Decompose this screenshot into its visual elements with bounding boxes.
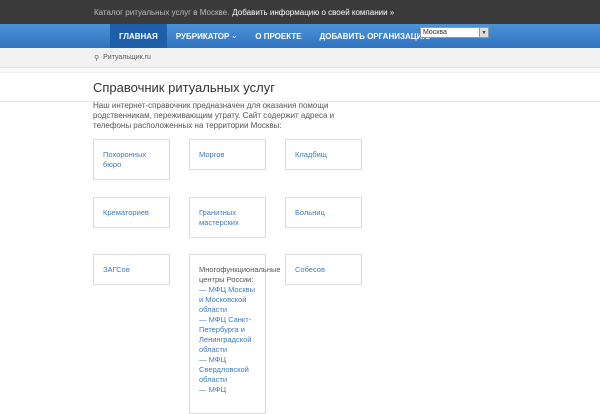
breadcrumb: ⚲ Ритуальщик.ru [0, 48, 600, 68]
mfc-link-moscow[interactable]: — МФЦ Москвы и Московской области [199, 285, 256, 315]
card-mfc: Многофункциональные центры России: — МФЦ… [189, 254, 281, 414]
card-mfc-title: Многофункциональные центры России: [199, 265, 281, 284]
nav-add-organization-label: Добавить организацию [319, 31, 431, 41]
card-social-security-link[interactable]: Собесов [295, 265, 325, 274]
card-cemeteries[interactable]: Кладбищ [285, 139, 362, 170]
topbar-text: Каталог ритуальных услуг в Москве. [94, 7, 230, 17]
nav-home-label: Главная [119, 31, 158, 41]
top-info-bar: Каталог ритуальных услуг в Москве. Добав… [0, 0, 600, 24]
nav-home[interactable]: Главная [110, 24, 167, 48]
card-funeral-bureaus-link[interactable]: Похоронных бюро [103, 150, 146, 169]
city-select-value: Москва [423, 29, 447, 36]
breadcrumb-home[interactable]: Ритуальщик.ru [103, 54, 151, 61]
city-select[interactable]: Москва ▼ [420, 27, 489, 38]
card-hospitals-link[interactable]: Больниц [295, 208, 325, 217]
page-title: Справочник ритуальных услуг [93, 79, 275, 95]
mfc-link-sverdlovsk[interactable]: — МФЦ Свердловской области [199, 355, 256, 385]
card-registry-offices[interactable]: ЗАГСов [93, 254, 170, 285]
mfc-link-spb[interactable]: — МФЦ Санкт-Петербурга и Ленинградской о… [199, 315, 256, 355]
chevron-down-icon: ⌄ [231, 33, 238, 40]
nav-about-label: О проекте [255, 31, 302, 41]
card-funeral-bureaus[interactable]: Похоронных бюро [93, 139, 170, 180]
map-marker-icon: ⚲ [94, 54, 100, 62]
intro-text: Наш интернет-справочник предназначен для… [93, 101, 335, 130]
nav-rubricator-label: Рубрикатор [175, 31, 230, 41]
page-header: Справочник ритуальных услуг [0, 73, 600, 102]
card-granite-workshops-link[interactable]: Гранитных мастерских [199, 208, 239, 227]
add-company-link[interactable]: Добавить информацию о своей компании » [232, 8, 394, 17]
card-crematoriums[interactable]: Крематориев [93, 197, 170, 228]
card-social-security[interactable]: Собесов [285, 254, 362, 285]
card-hospitals[interactable]: Больниц [285, 197, 362, 228]
card-crematoriums-link[interactable]: Крематориев [103, 208, 149, 217]
nav-about[interactable]: О проекте [246, 24, 310, 48]
card-cemeteries-link[interactable]: Кладбищ [295, 150, 327, 159]
nav-rubricator[interactable]: Рубрикатор ⌄ [167, 24, 246, 48]
mfc-link-more[interactable]: — МФЦ [199, 385, 256, 395]
main-nav: Главная Рубрикатор ⌄ О проекте Добавить … [0, 24, 600, 48]
select-arrow-icon: ▼ [479, 28, 488, 37]
card-granite-workshops[interactable]: Гранитных мастерских [189, 197, 266, 238]
card-morgues-link[interactable]: Моргов [199, 150, 224, 159]
card-morgues[interactable]: Моргов [189, 139, 266, 170]
card-registry-offices-link[interactable]: ЗАГСов [103, 265, 130, 274]
